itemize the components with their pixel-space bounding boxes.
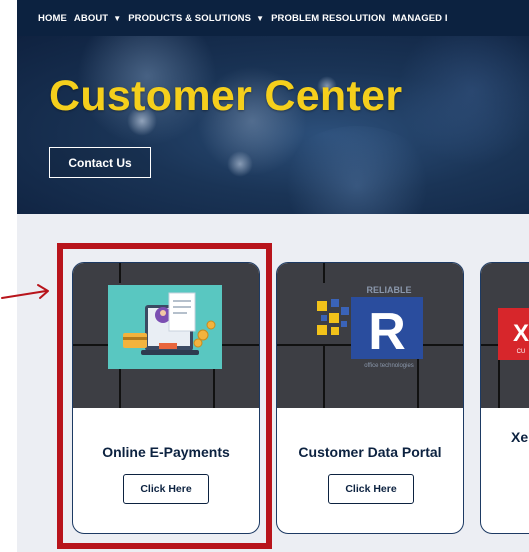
card-xe-partial[interactable]: X CU Xe <box>480 262 529 534</box>
reliable-logo-icon: R RELIABLE office technologies <box>277 263 463 408</box>
card-image-x-logo: X CU <box>481 263 529 408</box>
caret-down-icon: ▼ <box>113 13 122 23</box>
nav-home-label: HOME <box>38 12 67 24</box>
card-title: Online E-Payments <box>102 444 230 460</box>
page: HOME ABOUT ▼ PRODUCTS & SOLUTIONS ▼ PROBLE… <box>17 0 529 552</box>
card-online-e-payments[interactable]: Online E-Payments Click Here <box>72 262 260 534</box>
x-logo-sub: CU <box>517 349 526 355</box>
card-image-payments <box>73 263 259 408</box>
nav-about[interactable]: ABOUT ▼ <box>74 13 121 24</box>
hero-banner: Customer Center Contact Us <box>17 36 529 214</box>
card-title: Xe <box>511 429 529 445</box>
bokeh-light <box>397 36 529 166</box>
x-logo-letter: X <box>513 320 529 347</box>
bokeh-light <box>277 126 437 214</box>
nav-home[interactable]: HOME <box>38 13 67 24</box>
card-image-reliable-logo: R RELIABLE office technologies <box>277 263 463 408</box>
page-title: Customer Center <box>49 72 403 120</box>
caret-down-icon: ▼ <box>256 13 265 23</box>
nav-problem-label: PROBLEM RESOLUTION <box>271 12 386 24</box>
x-logo-icon: X CU <box>481 308 529 408</box>
logo-subtitle-text: office technologies <box>364 363 414 369</box>
nav-products-label: PRODUCTS & SOLUTIONS <box>128 12 252 24</box>
nav-problem-resolution[interactable]: PROBLEM RESOLUTION <box>271 13 385 24</box>
nav-managed-label: MANAGED I <box>392 12 448 24</box>
logo-letter: R <box>368 303 406 361</box>
payment-illustration-icon <box>73 263 259 408</box>
top-nav: HOME ABOUT ▼ PRODUCTS & SOLUTIONS ▼ PROBLE… <box>17 0 529 36</box>
red-arrow-icon <box>1 284 49 299</box>
logo-brand-text: RELIABLE <box>367 285 412 295</box>
click-here-button[interactable]: Click Here <box>328 474 414 504</box>
contact-us-button[interactable]: Contact Us <box>49 147 151 178</box>
nav-about-label: ABOUT <box>73 12 109 24</box>
card-title: Customer Data Portal <box>298 444 442 460</box>
card-customer-data-portal[interactable]: R RELIABLE office technologies Customer … <box>276 262 464 534</box>
bokeh-light <box>227 151 253 177</box>
nav-products-solutions[interactable]: PRODUCTS & SOLUTIONS ▼ <box>128 13 264 24</box>
click-here-button[interactable]: Click Here <box>123 474 209 504</box>
nav-managed[interactable]: MANAGED I <box>392 13 447 24</box>
